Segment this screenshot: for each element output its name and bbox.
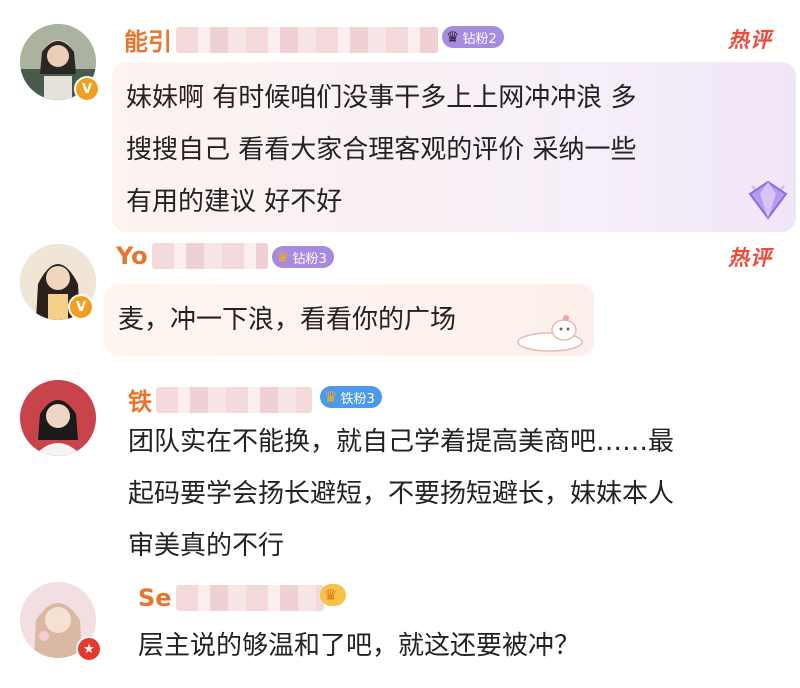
verified-icon: V [74, 76, 100, 102]
avatar-image [20, 380, 96, 456]
username-text: Yo [116, 242, 148, 270]
hot-comment-label: 热评 [728, 246, 772, 270]
comment-bubble[interactable]: 妹妹啊 有时候咱们没事干多上上网冲冲浪 多 搜搜自己 看看大家合理客观的评价 采… [112, 62, 796, 232]
username-blurred [176, 26, 438, 53]
crown-icon: ♛ [324, 388, 338, 406]
fan-badge[interactable]: ♛ 钻粉2 [442, 26, 504, 48]
username-blurred [151, 243, 268, 269]
username-blurred [175, 585, 324, 611]
username[interactable]: 铁 [128, 382, 312, 417]
fan-badge[interactable]: ♛ 铁粉3 [320, 386, 382, 408]
verified-icon: V [68, 294, 94, 320]
comment-line: 搜搜自己 看看大家合理客观的评价 采纳一些 [126, 135, 637, 165]
comment-2: V Yo ♛ 钻粉3 热评 麦，冲一下浪，看看你的广场 [0, 230, 800, 360]
comment-4: ★ Se ♛ 层主说的够温和了吧，就这还要被冲？ [0, 570, 800, 688]
crown-icon: ♛ [324, 586, 338, 604]
fan-badge-icon[interactable]: ♛ [320, 584, 346, 606]
diamond-sticker-icon [748, 180, 788, 220]
hot-comment-label: 热评 [728, 28, 772, 52]
verified-icon: ★ [76, 636, 102, 662]
username-text: 铁 [128, 388, 152, 416]
comment-line: 层主说的够温和了吧，就这还要被冲？ [138, 631, 581, 661]
username[interactable]: Se [138, 584, 324, 612]
cat-sticker-icon [517, 315, 583, 352]
username[interactable]: Yo [116, 242, 268, 270]
comment-line: 审美真的不行 [128, 531, 285, 561]
comment-line: 有用的建议 好不好 [126, 187, 343, 217]
username-text: 能引 [124, 28, 172, 56]
comment-line: 妹妹啊 有时候咱们没事干多上上网冲冲浪 多 [126, 83, 637, 113]
crown-icon: ♛ [446, 28, 460, 46]
comment-text[interactable]: 层主说的够温和了吧，就这还要被冲？ [138, 620, 778, 672]
comment-line: 团队实在不能换，就自己学着提高美商吧……最 [128, 427, 675, 457]
comment-1: V 能引 ♛ 钻粉2 热评 妹妹啊 有时候咱们没事干多上上网冲冲浪 多 搜搜自己… [0, 0, 800, 232]
fan-badge[interactable]: ♛ 钻粉3 [272, 246, 334, 268]
avatar[interactable] [20, 380, 96, 456]
username[interactable]: 能引 [124, 22, 438, 57]
crown-icon: ♛ [276, 248, 290, 266]
comment-3: 铁 ♛ 铁粉3 团队实在不能换，就自己学着提高美商吧……最 起码要学会扬长避短，… [0, 360, 800, 570]
comment-text[interactable]: 团队实在不能换，就自己学着提高美商吧……最 起码要学会扬长避短，不要扬短避长，妹… [128, 416, 778, 572]
comment-line: 起码要学会扬长避短，不要扬短避长，妹妹本人 [128, 479, 675, 509]
username-text: Se [138, 584, 172, 612]
username-blurred [156, 386, 312, 413]
